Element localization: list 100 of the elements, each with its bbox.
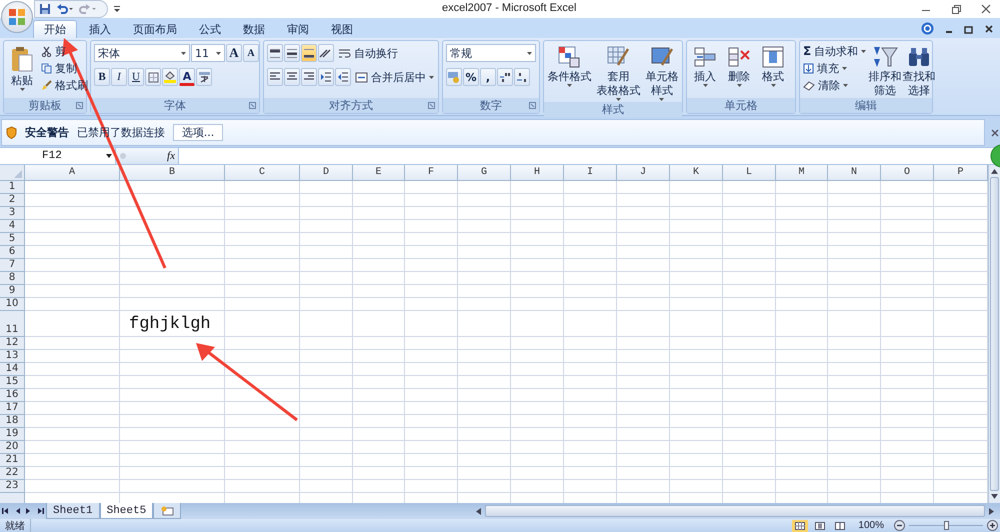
grid-cell[interactable] <box>458 272 511 285</box>
grid-cell[interactable] <box>670 480 723 493</box>
grid-cell[interactable] <box>564 467 617 480</box>
grid-cell[interactable] <box>120 480 225 493</box>
column-header[interactable]: L <box>723 165 776 181</box>
grid-cell[interactable] <box>300 376 353 389</box>
grid-cell[interactable] <box>828 363 881 376</box>
grid-cell[interactable] <box>120 181 225 194</box>
font-size-field[interactable]: 11 <box>191 44 225 62</box>
ribbon-tab[interactable]: 数据 <box>233 20 275 38</box>
grid-cell[interactable] <box>353 181 405 194</box>
grid-cell[interactable] <box>617 389 670 402</box>
row-header[interactable]: 1 <box>0 181 25 194</box>
grid-cell[interactable] <box>511 350 564 363</box>
grid-cell[interactable] <box>776 220 828 233</box>
grid-cell[interactable] <box>405 402 458 415</box>
grid-cell[interactable] <box>881 337 934 350</box>
row-header[interactable]: 22 <box>0 467 25 480</box>
grid-cell[interactable] <box>120 285 225 298</box>
grid-cell[interactable] <box>300 233 353 246</box>
grid-cell[interactable] <box>776 272 828 285</box>
grid-cell[interactable] <box>120 454 225 467</box>
grid-cell[interactable] <box>405 207 458 220</box>
grid-cell[interactable] <box>670 454 723 467</box>
grid-cell[interactable] <box>511 480 564 493</box>
grid-cell[interactable] <box>776 233 828 246</box>
grid-cell[interactable] <box>670 415 723 428</box>
grid-cell[interactable] <box>353 480 405 493</box>
grid-cell[interactable] <box>25 389 120 402</box>
wrap-text-button[interactable]: 自动换行 <box>338 46 398 60</box>
grid-cell[interactable] <box>353 454 405 467</box>
grid-cell[interactable] <box>881 376 934 389</box>
grid-cell[interactable] <box>353 259 405 272</box>
grid-cell[interactable] <box>25 181 120 194</box>
grid-cell[interactable] <box>881 350 934 363</box>
row-header[interactable]: 21 <box>0 454 25 467</box>
grid-cell[interactable] <box>458 441 511 454</box>
grid-cell[interactable]: fghjklgh <box>120 311 225 337</box>
grid-cell[interactable] <box>511 454 564 467</box>
grid-cell[interactable] <box>564 337 617 350</box>
grid-cell[interactable] <box>353 337 405 350</box>
grid-cell[interactable] <box>225 181 300 194</box>
column-header[interactable]: K <box>670 165 723 181</box>
grid-cell[interactable] <box>25 350 120 363</box>
grid-cell[interactable] <box>723 194 776 207</box>
grid-cell[interactable] <box>670 246 723 259</box>
grid-cell[interactable] <box>828 389 881 402</box>
grid-cell[interactable] <box>564 220 617 233</box>
grid-cell[interactable] <box>776 363 828 376</box>
restore-icon[interactable] <box>964 24 974 34</box>
column-header[interactable]: H <box>511 165 564 181</box>
grid-cell[interactable] <box>723 454 776 467</box>
grid-cell[interactable] <box>776 350 828 363</box>
grid-cell[interactable] <box>300 298 353 311</box>
grow-font-button[interactable]: A <box>226 44 242 62</box>
grid-cell[interactable] <box>670 181 723 194</box>
font-style-button[interactable]: U <box>128 68 144 86</box>
grid-cell[interactable] <box>881 428 934 441</box>
grid-cell[interactable] <box>723 363 776 376</box>
row-header[interactable]: 9 <box>0 285 25 298</box>
grid-cell[interactable] <box>828 181 881 194</box>
grid-cell[interactable] <box>564 259 617 272</box>
grid-cell[interactable] <box>225 337 300 350</box>
grid-cell[interactable] <box>617 350 670 363</box>
column-header[interactable]: E <box>353 165 405 181</box>
grid-cell[interactable] <box>723 441 776 454</box>
grid-cell[interactable] <box>405 194 458 207</box>
grid-cell[interactable] <box>617 220 670 233</box>
slider-thumb[interactable] <box>944 521 949 530</box>
grid-cell[interactable] <box>564 363 617 376</box>
indent-button[interactable] <box>335 68 351 86</box>
grid-cell[interactable] <box>723 233 776 246</box>
grid-cell[interactable] <box>458 363 511 376</box>
row-header[interactable]: 15 <box>0 376 25 389</box>
grid-cell[interactable] <box>300 259 353 272</box>
grid-cell[interactable] <box>405 220 458 233</box>
sheet-nav-icon[interactable] <box>1 507 10 515</box>
grid-cell[interactable] <box>723 298 776 311</box>
grid-cell[interactable] <box>564 389 617 402</box>
ribbon-button[interactable]: 单元格 样式 <box>644 44 679 102</box>
grid-cell[interactable] <box>225 220 300 233</box>
horizontal-align-button[interactable] <box>267 68 283 86</box>
grid-cell[interactable] <box>670 259 723 272</box>
grid-cell[interactable] <box>225 402 300 415</box>
grid-cell[interactable] <box>564 233 617 246</box>
grid-cell[interactable] <box>617 402 670 415</box>
grid-cell[interactable] <box>828 285 881 298</box>
orientation-button[interactable] <box>318 44 334 62</box>
row-header[interactable]: 19 <box>0 428 25 441</box>
phonetic-button[interactable] <box>196 68 212 86</box>
grid-cell[interactable] <box>723 246 776 259</box>
grid-cell[interactable] <box>617 207 670 220</box>
merge-center-button[interactable]: 合并后居中 <box>355 70 434 84</box>
grid-cell[interactable] <box>564 181 617 194</box>
grid-cell[interactable] <box>225 233 300 246</box>
scroll-thumb[interactable] <box>485 505 985 517</box>
clipboard-button[interactable]: 复制 <box>41 61 88 75</box>
grid-cell[interactable] <box>511 272 564 285</box>
row-header[interactable]: 8 <box>0 272 25 285</box>
column-header[interactable]: C <box>225 165 300 181</box>
